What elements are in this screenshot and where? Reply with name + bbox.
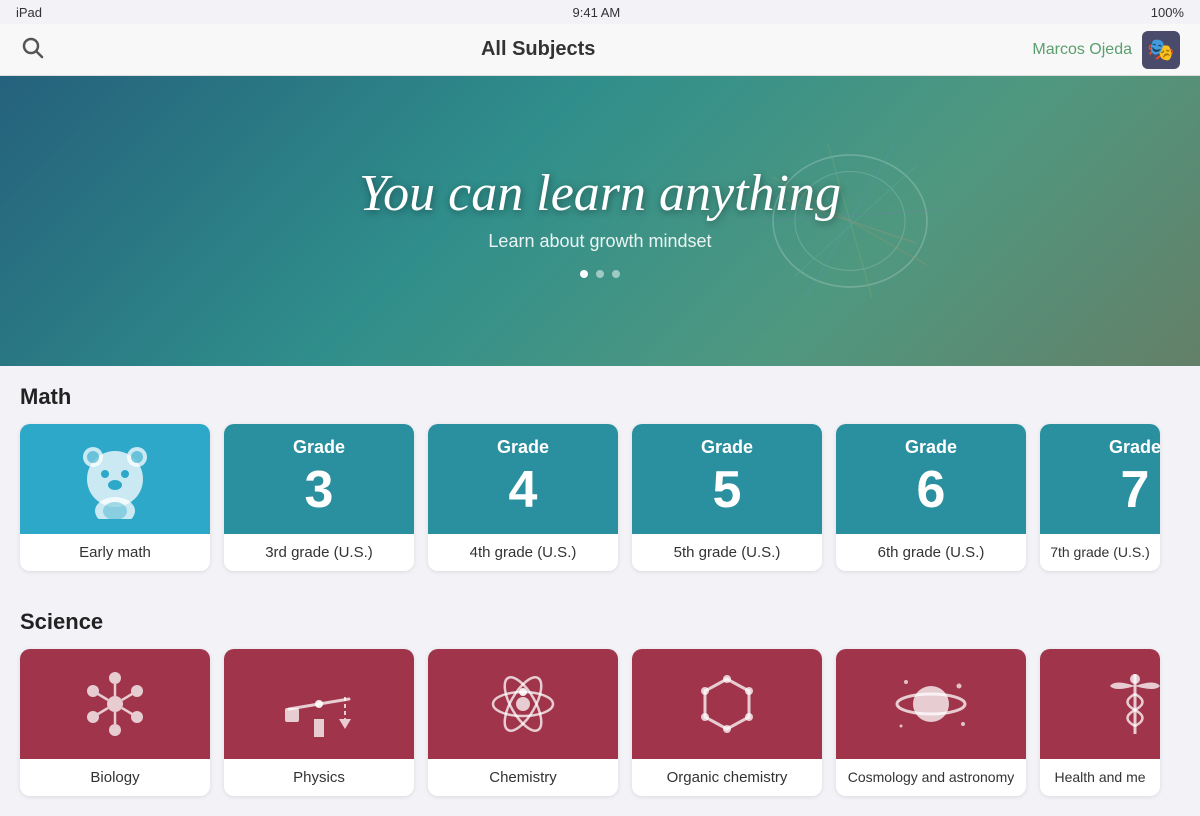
cosmology-image — [836, 649, 1026, 759]
page-title: All Subjects — [481, 38, 595, 61]
grade3-word: Grade — [293, 437, 345, 459]
math-card-grade7[interactable]: Grade 7 7th grade (U.S.) — [1040, 424, 1160, 571]
chemistry-label: Chemistry — [428, 759, 618, 796]
cosmology-icon — [891, 664, 971, 744]
physics-image — [224, 649, 414, 759]
hero-dot-2[interactable] — [596, 270, 604, 278]
physics-label: Physics — [224, 759, 414, 796]
health-image — [1040, 649, 1160, 759]
grade7-image: Grade 7 — [1040, 424, 1160, 534]
grade5-text: Grade 5 — [701, 437, 753, 521]
grade3-image: Grade 3 — [224, 424, 414, 534]
math-cards-row: Early math Grade 3 3rd grade (U.S.) Grad… — [20, 424, 1180, 581]
math-section: Math — [0, 366, 1200, 591]
grade3-label: 3rd grade (U.S.) — [224, 534, 414, 571]
grade4-label: 4th grade (U.S.) — [428, 534, 618, 571]
physics-icon — [279, 664, 359, 744]
user-section: Marcos Ojeda 🎭 — [1032, 31, 1180, 69]
grade6-word: Grade — [905, 437, 957, 459]
battery-label: 100% — [1151, 5, 1184, 20]
math-card-grade3[interactable]: Grade 3 3rd grade (U.S.) — [224, 424, 414, 571]
early-math-image — [20, 424, 210, 534]
early-math-label: Early math — [20, 534, 210, 571]
science-cards-row: Biology Physics — [20, 649, 1180, 806]
sci-card-organic-chemistry[interactable]: Organic chemistry — [632, 649, 822, 796]
grade5-word: Grade — [701, 437, 753, 459]
chemistry-image — [428, 649, 618, 759]
grade4-text: Grade 4 — [497, 437, 549, 521]
math-card-grade5[interactable]: Grade 5 5th grade (U.S.) — [632, 424, 822, 571]
nav-bar: All Subjects Marcos Ojeda 🎭 — [0, 24, 1200, 76]
bear-icon — [75, 439, 155, 519]
organic-image — [632, 649, 822, 759]
health-label: Health and me — [1040, 759, 1160, 795]
sci-card-health[interactable]: Health and me — [1040, 649, 1160, 796]
grade3-num: 3 — [293, 459, 345, 521]
grade7-word: Grade — [1109, 437, 1160, 459]
hero-content: You can learn anything Learn about growt… — [359, 164, 841, 278]
status-bar: iPad 9:41 AM 100% — [0, 0, 1200, 24]
biology-image — [20, 649, 210, 759]
math-card-grade6[interactable]: Grade 6 6th grade (U.S.) — [836, 424, 1026, 571]
math-section-title: Math — [20, 384, 1180, 410]
grade4-image: Grade 4 — [428, 424, 618, 534]
grade6-num: 6 — [905, 459, 957, 521]
username-label[interactable]: Marcos Ojeda — [1032, 41, 1132, 59]
grade7-label: 7th grade (U.S.) — [1040, 534, 1160, 570]
hero-dots — [359, 270, 841, 278]
chemistry-icon — [483, 664, 563, 744]
grade5-image: Grade 5 — [632, 424, 822, 534]
avatar[interactable]: 🎭 — [1142, 31, 1180, 69]
hero-dot-3[interactable] — [612, 270, 620, 278]
hero-subtitle: Learn about growth mindset — [359, 231, 841, 252]
hero-dot-1[interactable] — [580, 270, 588, 278]
grade6-image: Grade 6 — [836, 424, 1026, 534]
science-section: Science — [0, 591, 1200, 816]
organic-label: Organic chemistry — [632, 759, 822, 796]
sci-card-chemistry[interactable]: Chemistry — [428, 649, 618, 796]
grade5-num: 5 — [701, 459, 753, 521]
grade4-word: Grade — [497, 437, 549, 459]
math-card-grade4[interactable]: Grade 4 4th grade (U.S.) — [428, 424, 618, 571]
biology-icon — [75, 664, 155, 744]
grade7-text: Grade 7 — [1109, 437, 1160, 521]
grade3-text: Grade 3 — [293, 437, 345, 521]
grade5-label: 5th grade (U.S.) — [632, 534, 822, 571]
hero-banner: You can learn anything Learn about growt… — [0, 76, 1200, 366]
grade7-num: 7 — [1109, 459, 1160, 521]
sci-card-biology[interactable]: Biology — [20, 649, 210, 796]
biology-label: Biology — [20, 759, 210, 796]
science-section-title: Science — [20, 609, 1180, 635]
cosmology-label: Cosmology and astronomy — [836, 759, 1026, 795]
grade6-text: Grade 6 — [905, 437, 957, 521]
device-label: iPad — [16, 5, 42, 20]
grade4-num: 4 — [497, 459, 549, 521]
search-icon[interactable] — [20, 35, 44, 65]
organic-icon — [687, 664, 767, 744]
grade6-label: 6th grade (U.S.) — [836, 534, 1026, 571]
health-icon — [1095, 664, 1160, 744]
sci-card-cosmology[interactable]: Cosmology and astronomy — [836, 649, 1026, 796]
math-card-early-math[interactable]: Early math — [20, 424, 210, 571]
sci-card-physics[interactable]: Physics — [224, 649, 414, 796]
hero-title: You can learn anything — [359, 164, 841, 223]
time-label: 9:41 AM — [573, 5, 621, 20]
